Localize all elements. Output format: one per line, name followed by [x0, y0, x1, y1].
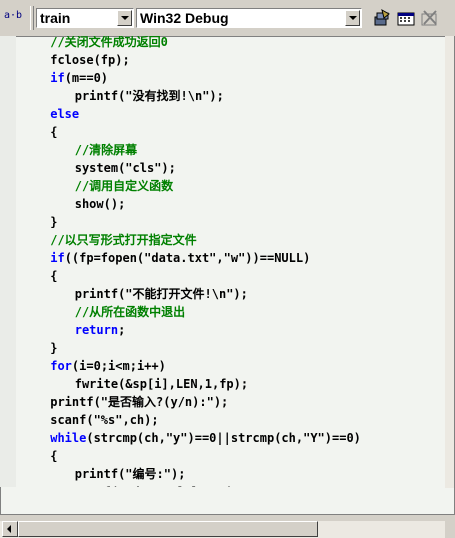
rebuild-all-button[interactable] [396, 8, 416, 28]
chevron-down-icon[interactable] [345, 10, 360, 26]
code-text: } [50, 341, 58, 355]
code-line[interactable]: //清除屏幕 [75, 141, 137, 159]
code-line[interactable]: { [50, 267, 57, 285]
code-keyword: for [50, 359, 72, 373]
build-icon [374, 8, 390, 26]
code-line[interactable]: return; [75, 321, 126, 339]
code-comment: //清除屏幕 [74, 143, 138, 157]
code-keyword: else [50, 107, 80, 121]
code-line[interactable]: show(); [75, 195, 126, 213]
code-text: (m==0) [64, 71, 109, 85]
project-combo[interactable]: train [36, 8, 134, 28]
code-text: scanf("%s",ch); [50, 413, 159, 427]
horizontal-scroll-track[interactable] [318, 521, 445, 537]
code-line[interactable]: else [50, 105, 79, 123]
code-keyword: if [50, 251, 65, 265]
code-keyword: while [50, 431, 87, 445]
format-ab-icon[interactable]: a·b [4, 10, 22, 21]
code-text: fclose(fp); [50, 53, 130, 67]
code-area[interactable]: //关闭文件成功返回0 fclose(fp); if(m==0) printf("没有… [0, 36, 445, 487]
code-line[interactable]: //从所在函数中退出 [75, 303, 185, 321]
horizontal-scrollbar[interactable] [0, 521, 445, 538]
code-comment: //从所在函数中退出 [74, 305, 186, 319]
code-line[interactable]: printf("不能打开文件!\n"); [75, 285, 248, 303]
code-comment: //关闭文件成功返回0 [50, 36, 168, 49]
horizontal-scroll-thumb[interactable] [18, 521, 318, 537]
scroll-left-icon[interactable] [2, 521, 18, 537]
chevron-down-icon[interactable] [117, 10, 132, 26]
code-line[interactable]: { [50, 447, 57, 465]
code-text: } [50, 215, 58, 229]
code-line[interactable]: printf("没有找到!\n"); [75, 87, 224, 105]
code-text: { [50, 449, 58, 463]
code-text: (strcmp(ch,"y")==0||strcmp(ch,"Y")==0) [86, 431, 361, 445]
code-text: { [50, 125, 58, 139]
code-line[interactable]: printf("编号:"); [75, 465, 186, 483]
code-text: ; [118, 323, 126, 337]
code-keyword: if [50, 71, 65, 85]
project-combo-value: train [40, 10, 71, 26]
code-line[interactable]: } [50, 339, 57, 357]
code-text: fwrite(&sp[i],LEN,1,fp); [74, 377, 249, 391]
code-line[interactable]: for(i=0;i<m;i++) [50, 357, 166, 375]
code-line[interactable]: scanf("%s",ch); [50, 411, 158, 429]
code-comment: //以只写形式打开指定文件 [50, 233, 197, 247]
code-keyword: return [74, 323, 119, 337]
code-text: scanf("%d",&sp[m].num); [75, 485, 241, 487]
code-line[interactable]: { [50, 123, 57, 141]
toolbar-grip[interactable] [30, 6, 34, 30]
code-line[interactable]: printf("是否输入?(y/n):"); [50, 393, 228, 411]
configuration-combo-value: Win32 Debug [140, 10, 229, 26]
build-button[interactable] [372, 8, 392, 28]
code-line[interactable]: fclose(fp); [50, 51, 129, 69]
code-line[interactable]: if(m==0) [50, 69, 108, 87]
code-line[interactable]: //调用自定义函数 [75, 177, 173, 195]
code-line[interactable]: system("cls"); [75, 159, 176, 177]
code-text: ((fp=fopen("data.txt","w"))==NULL) [64, 251, 311, 265]
code-line[interactable]: } [50, 213, 57, 231]
code-comment: //调用自定义函数 [74, 179, 174, 193]
code-text: printf("不能打开文件!\n"); [74, 287, 248, 301]
code-text: show(); [74, 197, 126, 211]
stop-build-icon [421, 10, 437, 26]
code-text: { [50, 269, 58, 283]
code-editor[interactable]: //关闭文件成功返回0 fclose(fp); if(m==0) printf("没有… [0, 36, 455, 538]
code-line[interactable]: fwrite(&sp[i],LEN,1,fp); [75, 375, 248, 393]
rebuild-all-icon [397, 12, 415, 26]
code-text: printf("是否输入?(y/n):"); [50, 395, 229, 409]
code-text: printf("编号:"); [74, 467, 186, 481]
configuration-combo[interactable]: Win32 Debug [136, 8, 362, 28]
code-line[interactable]: while(strcmp(ch,"y")==0||strcmp(ch,"Y")=… [50, 429, 361, 447]
build-toolbar: a·b train Win32 Debug [0, 0, 455, 36]
stop-build-button[interactable] [420, 8, 440, 28]
code-text: (i=0;i<m;i++) [71, 359, 166, 373]
code-line[interactable]: //关闭文件成功返回0 [50, 36, 168, 51]
code-text: printf("没有找到!\n"); [74, 89, 224, 103]
code-line[interactable]: if((fp=fopen("data.txt","w"))==NULL) [50, 249, 310, 267]
vertical-scrollbar[interactable] [445, 36, 454, 488]
code-text: system("cls"); [74, 161, 176, 175]
code-line[interactable]: scanf("%d",&sp[m].num); [75, 483, 241, 487]
code-line[interactable]: //以只写形式打开指定文件 [50, 231, 196, 249]
